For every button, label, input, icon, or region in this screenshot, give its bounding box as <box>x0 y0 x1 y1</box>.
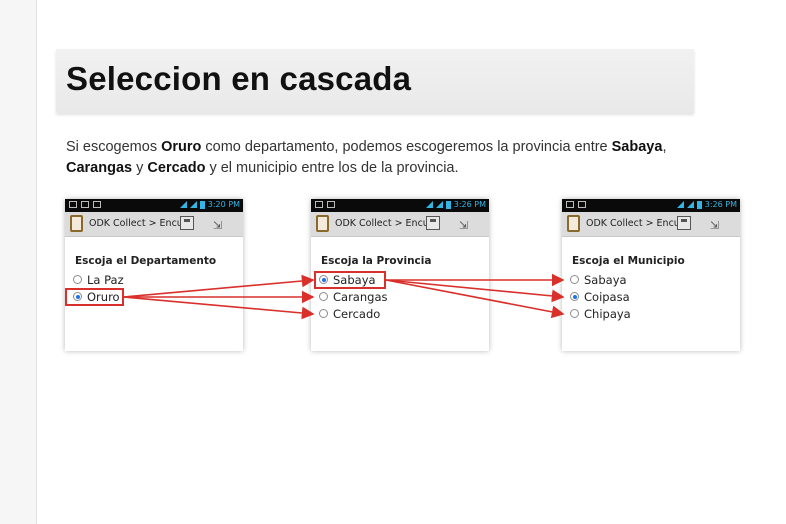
save-icon[interactable] <box>426 216 440 230</box>
notification-icon <box>327 201 335 208</box>
option-la-paz[interactable]: La Paz <box>73 272 124 287</box>
action-bar: ODK Collect > Encu ⇲ <box>562 212 740 237</box>
notification-icon <box>315 201 323 208</box>
status-time: 3:26 PM <box>704 200 737 209</box>
status-bar: 3:20 PM <box>65 199 243 212</box>
highlight-box-oruro <box>65 288 124 306</box>
desc-bold-cercado: Cercado <box>147 160 206 176</box>
radio-icon[interactable] <box>570 309 579 318</box>
phone-screen-municipio: 3:26 PM ODK Collect > Encu ⇲ Escoja el M… <box>562 199 740 351</box>
question-label: Escoja el Municipio <box>572 255 685 267</box>
title-band: Seleccion en cascada <box>56 49 694 113</box>
save-icon[interactable] <box>180 216 194 230</box>
wifi-icon <box>425 201 433 208</box>
status-bar: 3:26 PM <box>562 199 740 212</box>
radio-icon[interactable] <box>319 309 328 318</box>
app-title: ODK Collect > Encu <box>586 218 680 229</box>
action-bar: ODK Collect > Encu ⇲ <box>311 212 489 237</box>
desc-text-2: como departamento, podemos escogeremos l… <box>201 139 612 155</box>
desc-bold-oruro: Oruro <box>161 139 202 155</box>
action-bar: ODK Collect > Encu ⇲ <box>65 212 243 237</box>
app-title: ODK Collect > Encu <box>89 218 183 229</box>
question-label: Escoja el Departamento <box>75 255 217 267</box>
notification-icon <box>93 201 101 208</box>
option-chipaya[interactable]: Chipaya <box>570 306 631 321</box>
save-icon[interactable] <box>677 216 691 230</box>
option-carangas[interactable]: Carangas <box>319 289 387 304</box>
left-rail <box>0 0 37 524</box>
radio-icon[interactable] <box>73 275 82 284</box>
notification-icon <box>566 201 574 208</box>
desc-text-4: y <box>132 160 148 176</box>
notification-icon <box>578 201 586 208</box>
battery-icon <box>696 200 702 209</box>
desc-bold-sabaya: Sabaya <box>611 139 663 155</box>
navigation-icon[interactable]: ⇲ <box>213 219 222 232</box>
battery-icon <box>445 200 451 209</box>
radio-icon[interactable] <box>319 292 328 301</box>
navigation-icon[interactable]: ⇲ <box>459 219 468 232</box>
wifi-icon <box>179 201 187 208</box>
slide-description: Si escogemos Oruro como departamento, po… <box>66 137 706 179</box>
navigation-icon[interactable]: ⇲ <box>710 219 719 232</box>
desc-text-3: , <box>662 139 667 155</box>
desc-text-5: y el municipio entre los de la provincia… <box>205 160 459 176</box>
phone-screen-departamento: 3:20 PM ODK Collect > Encu ⇲ Escoja el D… <box>65 199 243 351</box>
wifi-icon <box>676 201 684 208</box>
status-bar: 3:26 PM <box>311 199 489 212</box>
battery-icon <box>199 200 205 209</box>
desc-text-1: Si escogemos <box>66 139 162 155</box>
clipboard-icon <box>316 215 329 232</box>
signal-icon <box>189 201 197 208</box>
status-time: 3:20 PM <box>207 200 240 209</box>
option-sabaya[interactable]: Sabaya <box>570 272 627 287</box>
signal-icon <box>686 201 694 208</box>
clipboard-icon <box>70 215 83 232</box>
option-coipasa[interactable]: Coipasa <box>570 289 630 304</box>
slide-title: Seleccion en cascada <box>66 60 412 97</box>
desc-bold-carangas: Carangas <box>66 160 133 176</box>
highlight-box-sabaya <box>314 271 386 289</box>
option-cercado[interactable]: Cercado <box>319 306 380 321</box>
question-label: Escoja la Provincia <box>321 255 432 267</box>
clipboard-icon <box>567 215 580 232</box>
mail-icon <box>81 201 89 208</box>
radio-icon[interactable] <box>570 275 579 284</box>
app-title: ODK Collect > Encu <box>335 218 429 229</box>
notification-icon <box>69 201 77 208</box>
radio-selected-icon[interactable] <box>570 292 579 301</box>
signal-icon <box>435 201 443 208</box>
status-time: 3:26 PM <box>453 200 486 209</box>
